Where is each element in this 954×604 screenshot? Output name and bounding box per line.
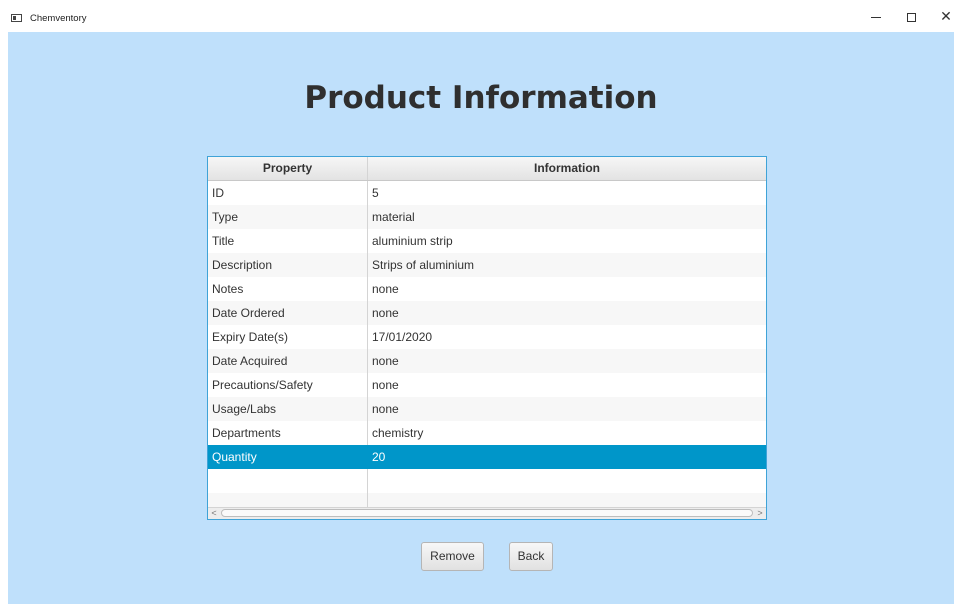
information-cell: 20 xyxy=(372,450,386,464)
information-cell: 5 xyxy=(372,186,379,200)
column-header-information[interactable]: Information xyxy=(368,157,766,180)
window-title: Chemventory xyxy=(30,13,87,24)
back-button[interactable]: Back xyxy=(509,542,553,571)
table-header: Property Information xyxy=(208,157,766,181)
table-row[interactable]: Notes none xyxy=(208,277,766,301)
property-cell: Description xyxy=(208,253,368,277)
scroll-left-icon[interactable]: < xyxy=(208,508,220,519)
table-row[interactable]: Usage/Labs none xyxy=(208,397,766,421)
information-cell: chemistry xyxy=(372,426,424,440)
table-row[interactable]: Departments chemistry xyxy=(208,421,766,445)
property-cell: Precautions/Safety xyxy=(208,373,368,397)
property-cell: Type xyxy=(208,205,368,229)
property-cell: Quantity xyxy=(208,445,368,469)
column-header-property[interactable]: Property xyxy=(208,157,368,180)
property-cell: Notes xyxy=(208,277,368,301)
information-cell: none xyxy=(372,282,399,296)
property-cell: Title xyxy=(208,229,368,253)
app-icon xyxy=(11,14,22,22)
information-cell: none xyxy=(372,306,399,320)
property-cell: Date Acquired xyxy=(208,349,368,373)
empty-table-row xyxy=(208,469,766,493)
information-cell: none xyxy=(372,402,399,416)
scrollbar-thumb[interactable] xyxy=(221,509,753,517)
close-glyph: ✕ xyxy=(940,9,952,25)
table-row[interactable]: Title aluminium strip xyxy=(208,229,766,253)
table-body: ID 5 Type material Title aluminium strip Descr… xyxy=(208,181,766,517)
property-cell: Usage/Labs xyxy=(208,397,368,421)
scroll-right-icon[interactable]: > xyxy=(754,508,766,519)
table-row[interactable]: Date Ordered none xyxy=(208,301,766,325)
remove-button[interactable]: Remove xyxy=(421,542,484,571)
page-title: Product Information xyxy=(304,80,658,116)
window-titlebar: Chemventory ✕ xyxy=(0,0,954,32)
property-cell: Date Ordered xyxy=(208,301,368,325)
table-row[interactable]: Type material xyxy=(208,205,766,229)
table-row[interactable]: Expiry Date(s) 17/01/2020 xyxy=(208,325,766,349)
information-cell: Strips of aluminium xyxy=(372,258,475,272)
property-cell: Expiry Date(s) xyxy=(208,325,368,349)
information-cell: 17/01/2020 xyxy=(372,330,433,344)
close-icon[interactable]: ✕ xyxy=(932,6,954,28)
property-cell: Departments xyxy=(208,421,368,445)
table-row[interactable]: Quantity 20 xyxy=(208,445,766,469)
content-area: Product Information Property Information… xyxy=(8,32,954,604)
horizontal-scrollbar[interactable]: < > xyxy=(208,507,766,519)
information-cell: none xyxy=(372,378,399,392)
maximize-icon[interactable] xyxy=(897,6,925,28)
information-cell: material xyxy=(372,210,415,224)
minimize-icon[interactable] xyxy=(862,6,890,28)
table-row[interactable]: Precautions/Safety none xyxy=(208,373,766,397)
table-row[interactable]: Date Acquired none xyxy=(208,349,766,373)
property-cell: ID xyxy=(208,181,368,205)
information-cell: aluminium strip xyxy=(372,234,453,248)
table-row[interactable]: Description Strips of aluminium xyxy=(208,253,766,277)
information-cell: none xyxy=(372,354,399,368)
product-table[interactable]: Property Information ID 5 Type material Titl… xyxy=(207,156,767,520)
table-row[interactable]: ID 5 xyxy=(208,181,766,205)
